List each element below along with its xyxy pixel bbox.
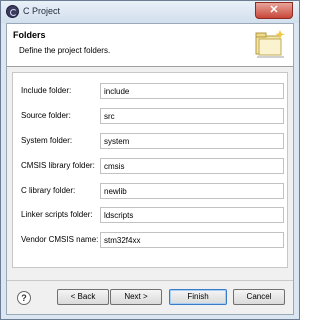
- source-folder-label: Source folder:: [21, 111, 71, 120]
- linker-scripts-folder-row: Linker scripts folder:: [13, 207, 287, 225]
- cmsis-library-folder-row: CMSIS library folder:: [13, 158, 287, 176]
- dialog-window: C Project ✕ Folders Define the project f…: [0, 0, 300, 320]
- footer-separator: [7, 280, 293, 281]
- close-button[interactable]: ✕: [255, 2, 293, 19]
- folders-form: Include folder: Source folder: System fo…: [12, 72, 288, 268]
- wizard-header: Folders Define the project folders.: [7, 24, 293, 67]
- eclipse-icon: [6, 5, 19, 18]
- system-folder-label: System folder:: [21, 136, 73, 145]
- linker-scripts-folder-field[interactable]: [100, 207, 284, 223]
- close-icon: ✕: [269, 4, 279, 16]
- page-title: Folders: [13, 30, 46, 40]
- system-folder-field[interactable]: [100, 133, 284, 149]
- vendor-cmsis-name-row: Vendor CMSIS name:: [13, 232, 287, 250]
- system-folder-row: System folder:: [13, 133, 287, 151]
- include-folder-field[interactable]: [100, 83, 284, 99]
- help-button[interactable]: ?: [17, 291, 31, 305]
- include-folder-label: Include folder:: [21, 86, 72, 95]
- source-folder-row: Source folder:: [13, 108, 287, 126]
- c-library-folder-label: C library folder:: [21, 186, 76, 195]
- folder-wizard-icon: [255, 30, 285, 58]
- cmsis-library-folder-field[interactable]: [100, 158, 284, 174]
- c-library-folder-row: C library folder:: [13, 183, 287, 201]
- cancel-button[interactable]: Cancel: [233, 289, 285, 305]
- back-button[interactable]: < Back: [57, 289, 109, 305]
- dialog-body: Folders Define the project folders. Incl…: [6, 23, 294, 315]
- next-button[interactable]: Next >: [110, 289, 162, 305]
- page-description: Define the project folders.: [19, 46, 111, 55]
- finish-button[interactable]: Finish: [169, 289, 227, 305]
- vendor-cmsis-name-field[interactable]: [100, 232, 284, 248]
- window-title: C Project: [23, 6, 61, 16]
- title-bar[interactable]: C Project ✕: [1, 1, 299, 23]
- help-icon: ?: [21, 293, 27, 303]
- vendor-cmsis-name-label: Vendor CMSIS name:: [21, 235, 99, 244]
- cmsis-library-folder-label: CMSIS library folder:: [21, 161, 95, 170]
- include-folder-row: Include folder:: [13, 83, 287, 101]
- linker-scripts-folder-label: Linker scripts folder:: [21, 210, 93, 219]
- source-folder-field[interactable]: [100, 108, 284, 124]
- c-library-folder-field[interactable]: [100, 183, 284, 199]
